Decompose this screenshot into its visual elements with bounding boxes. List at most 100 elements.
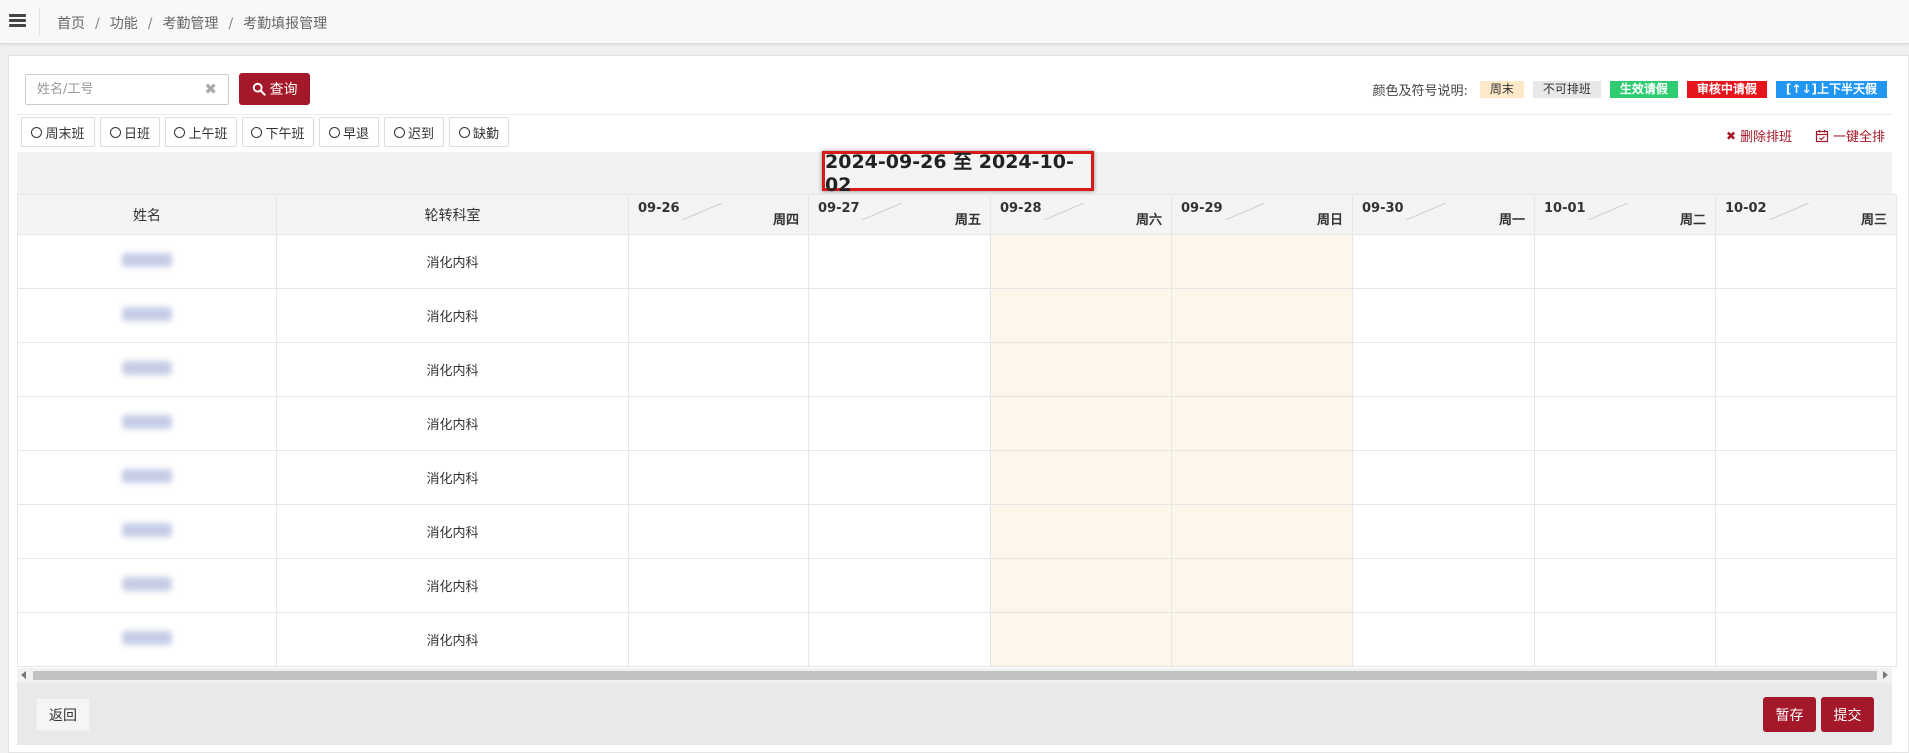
shift-option-day[interactable]: 日班 <box>100 117 160 147</box>
name-cell[interactable] <box>17 558 277 613</box>
schedule-cell-weekend[interactable] <box>990 450 1172 505</box>
schedule-cell[interactable] <box>1534 504 1716 559</box>
schedule-cell[interactable] <box>1534 342 1716 397</box>
auto-schedule-button[interactable]: 一键全排 <box>1815 126 1885 145</box>
employee-name-redacted[interactable] <box>122 630 172 645</box>
schedule-cell[interactable] <box>808 504 991 559</box>
back-button[interactable]: 返回 <box>36 698 90 731</box>
hamburger-menu-icon[interactable] <box>6 11 28 33</box>
schedule-cell[interactable] <box>1352 396 1535 451</box>
shift-option-late[interactable]: 迟到 <box>384 117 444 147</box>
schedule-cell[interactable] <box>628 288 809 343</box>
shift-option-afternoon[interactable]: 下午班 <box>242 117 314 147</box>
schedule-cell[interactable] <box>628 396 809 451</box>
schedule-cell[interactable] <box>808 342 991 397</box>
employee-name-redacted[interactable] <box>122 414 172 429</box>
name-cell[interactable] <box>17 396 277 451</box>
schedule-cell[interactable] <box>628 558 809 613</box>
schedule-cell[interactable] <box>1715 504 1897 559</box>
schedule-cell[interactable] <box>1534 612 1716 667</box>
name-cell[interactable] <box>17 288 277 343</box>
horizontal-scrollbar[interactable] <box>17 668 1892 683</box>
schedule-cell-weekend[interactable] <box>990 234 1172 289</box>
schedule-cell[interactable] <box>1534 396 1716 451</box>
query-button[interactable]: 查询 <box>239 73 310 105</box>
schedule-cell[interactable] <box>628 342 809 397</box>
search-input[interactable] <box>26 75 196 104</box>
scrollbar-thumb[interactable] <box>33 671 1877 680</box>
schedule-cell-weekend[interactable] <box>990 396 1172 451</box>
schedule-cell[interactable] <box>628 450 809 505</box>
schedule-cell[interactable] <box>1352 504 1535 559</box>
schedule-cell[interactable] <box>808 396 991 451</box>
schedule-cell[interactable] <box>1534 450 1716 505</box>
top-bar: 首页 / 功能 / 考勤管理 / 考勤填报管理 <box>0 0 1909 44</box>
schedule-cell-weekend[interactable] <box>1171 342 1353 397</box>
day-date: 09-29 <box>1181 201 1223 216</box>
scroll-left-arrow-icon[interactable] <box>21 671 26 679</box>
schedule-cell-weekend[interactable] <box>990 612 1172 667</box>
schedule-cell[interactable] <box>628 234 809 289</box>
schedule-cell[interactable] <box>1715 450 1897 505</box>
schedule-cell[interactable] <box>1715 288 1897 343</box>
schedule-cell[interactable] <box>1352 342 1535 397</box>
shift-option-morning[interactable]: 上午班 <box>165 117 237 147</box>
employee-name-redacted[interactable] <box>122 252 172 267</box>
breadcrumb-function[interactable]: 功能 <box>110 16 138 32</box>
schedule-cell-weekend[interactable] <box>1171 612 1353 667</box>
submit-button[interactable]: 提交 <box>1821 697 1874 732</box>
schedule-cell-weekend[interactable] <box>1171 288 1353 343</box>
schedule-cell-weekend[interactable] <box>1171 234 1353 289</box>
column-header-day: 09-26 周四 <box>628 194 809 235</box>
schedule-cell[interactable] <box>1352 612 1535 667</box>
name-cell[interactable] <box>17 450 277 505</box>
employee-name-redacted[interactable] <box>122 576 172 591</box>
schedule-cell[interactable] <box>1715 342 1897 397</box>
schedule-cell[interactable] <box>1715 396 1897 451</box>
schedule-cell[interactable] <box>808 450 991 505</box>
shift-option-weekend[interactable]: 周末班 <box>21 117 95 147</box>
schedule-cell-weekend[interactable] <box>1171 504 1353 559</box>
diagonal-divider <box>1588 203 1628 220</box>
schedule-cell[interactable] <box>628 612 809 667</box>
schedule-cell-weekend[interactable] <box>1171 396 1353 451</box>
schedule-cell[interactable] <box>1352 288 1535 343</box>
shift-option-absent[interactable]: 缺勤 <box>449 117 509 147</box>
save-draft-button[interactable]: 暂存 <box>1763 697 1816 732</box>
schedule-cell-weekend[interactable] <box>990 504 1172 559</box>
schedule-cell-weekend[interactable] <box>990 558 1172 613</box>
employee-name-redacted[interactable] <box>122 360 172 375</box>
schedule-cell[interactable] <box>808 234 991 289</box>
schedule-cell[interactable] <box>808 288 991 343</box>
schedule-cell[interactable] <box>808 558 991 613</box>
schedule-cell-weekend[interactable] <box>990 288 1172 343</box>
schedule-cell[interactable] <box>808 612 991 667</box>
schedule-cell[interactable] <box>1352 558 1535 613</box>
name-cell[interactable] <box>17 504 277 559</box>
name-cell[interactable] <box>17 342 277 397</box>
breadcrumb-attendance[interactable]: 考勤管理 <box>162 16 218 32</box>
employee-name-redacted[interactable] <box>122 522 172 537</box>
schedule-cell[interactable] <box>1715 612 1897 667</box>
schedule-cell-weekend[interactable] <box>990 342 1172 397</box>
name-cell[interactable] <box>17 234 277 289</box>
schedule-cell[interactable] <box>1534 558 1716 613</box>
shift-option-leave-early[interactable]: 早退 <box>319 117 379 147</box>
clear-icon[interactable]: ✖ <box>204 80 217 98</box>
schedule-cell[interactable] <box>1534 288 1716 343</box>
employee-name-redacted[interactable] <box>122 468 172 483</box>
schedule-cell[interactable] <box>1352 450 1535 505</box>
scroll-right-arrow-icon[interactable] <box>1883 671 1888 679</box>
schedule-cell[interactable] <box>1715 558 1897 613</box>
employee-name-redacted[interactable] <box>122 306 172 321</box>
schedule-cell-weekend[interactable] <box>1171 558 1353 613</box>
breadcrumb-home[interactable]: 首页 <box>57 16 85 32</box>
name-cell[interactable] <box>17 612 277 667</box>
schedule-cell-weekend[interactable] <box>1171 450 1353 505</box>
schedule-cell[interactable] <box>1352 234 1535 289</box>
schedule-cell[interactable] <box>1534 234 1716 289</box>
legend-half-day-leave: [↑↓]上下半天假 <box>1775 81 1887 98</box>
delete-schedule-button[interactable]: ✖ 删除排班 <box>1726 126 1792 146</box>
schedule-cell[interactable] <box>1715 234 1897 289</box>
schedule-cell[interactable] <box>628 504 809 559</box>
